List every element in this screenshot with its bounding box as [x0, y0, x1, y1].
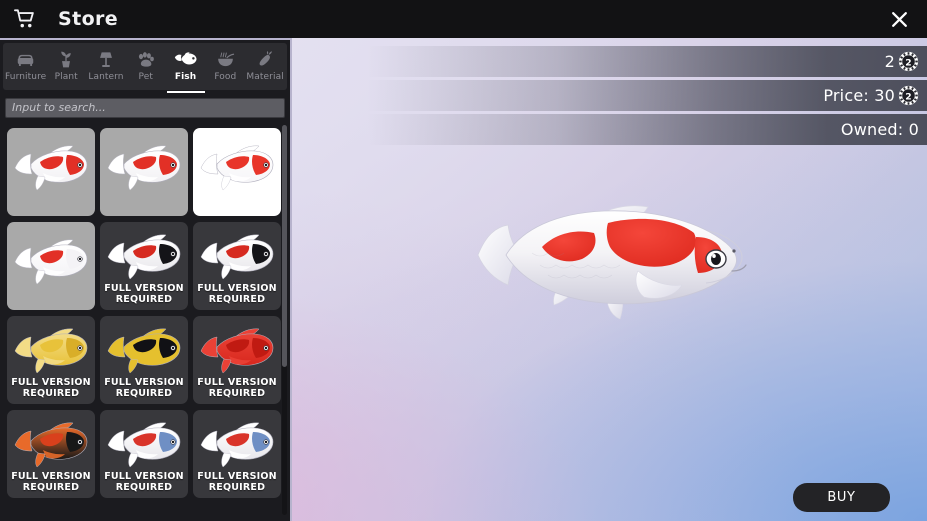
page-title: Store: [58, 8, 119, 30]
svg-text:2: 2: [905, 57, 911, 68]
tab-lantern[interactable]: Lantern: [86, 47, 126, 90]
full-version-required-label: FULL VERSION REQUIRED: [193, 377, 281, 399]
full-version-required-label: FULL VERSION REQUIRED: [100, 377, 188, 399]
grid-scrollbar-thumb[interactable]: [282, 124, 287, 367]
grid-item-koi-red-white-2[interactable]: [100, 127, 188, 216]
info-bars: 2 2 Price: 30 2 Owned: 0: [367, 46, 927, 148]
balance-bar: 2 2: [367, 46, 927, 77]
grid-scrollbar[interactable]: [282, 124, 287, 515]
tab-label: Furniture: [5, 72, 47, 82]
lock-label-line2: REQUIRED: [22, 481, 80, 493]
balance-value: 2: [884, 52, 895, 71]
item-thumbnail: [107, 145, 181, 190]
tab-pet[interactable]: Pet: [126, 47, 166, 90]
grid-item-koi-showa-1[interactable]: FULL VERSION REQUIRED: [100, 221, 188, 310]
bowl-icon: [216, 49, 235, 69]
price-bar: Price: 30 2: [367, 80, 927, 111]
lock-label-line1: FULL VERSION: [11, 470, 91, 482]
plant-icon: [58, 49, 74, 69]
tab-label: Plant: [54, 72, 78, 82]
lock-label-line1: FULL VERSION: [197, 282, 277, 294]
owned-label: Owned: 0: [840, 120, 919, 139]
lock-label-line2: REQUIRED: [115, 293, 173, 305]
grid-item-koi-blue-asagi-2[interactable]: FULL VERSION REQUIRED: [193, 409, 281, 498]
fish-icon: [174, 49, 197, 69]
store-panel: Furniture Plant Lantern Pet Fish Food Ma…: [0, 38, 292, 521]
item-thumbnail: [200, 145, 274, 190]
tab-fish[interactable]: Fish: [166, 47, 206, 93]
grid-item-koi-red-benigoi[interactable]: FULL VERSION REQUIRED: [193, 315, 281, 404]
buy-button-label: BUY: [827, 490, 856, 505]
shopping-cart-icon: [14, 9, 34, 28]
lock-label-line2: REQUIRED: [208, 387, 266, 399]
grid-item-koi-showa-2[interactable]: FULL VERSION REQUIRED: [193, 221, 281, 310]
lock-label-line1: FULL VERSION: [197, 376, 277, 388]
svg-text:2: 2: [905, 91, 911, 102]
tab-label: Material: [246, 72, 284, 82]
tab-label: Pet: [138, 72, 153, 82]
grid-item-koi-orange-black[interactable]: FULL VERSION REQUIRED: [7, 409, 95, 498]
item-preview: [470, 185, 770, 325]
lock-label-line1: FULL VERSION: [104, 470, 184, 482]
coin-icon: 2: [898, 51, 919, 72]
category-tabs: Furniture Plant Lantern Pet Fish Food Ma…: [3, 43, 287, 93]
store-window: 2 2 Price: 30 2 Owned: 0 BUY Store Furni…: [0, 0, 927, 521]
item-grid: FULL VERSION REQUIRED FULL VERSION REQUIRE…: [0, 123, 290, 518]
tab-material[interactable]: Material: [245, 47, 285, 90]
lock-label-line2: REQUIRED: [115, 387, 173, 399]
search-input[interactable]: [5, 97, 285, 118]
grid-item-koi-blue-asagi-1[interactable]: FULL VERSION REQUIRED: [100, 409, 188, 498]
buy-button[interactable]: BUY: [793, 483, 890, 512]
tab-label: Lantern: [88, 72, 124, 82]
tab-food[interactable]: Food: [205, 47, 245, 90]
tab-underline: [166, 91, 205, 93]
full-version-required-label: FULL VERSION REQUIRED: [193, 283, 281, 305]
tab-label: Food: [214, 72, 237, 82]
full-version-required-label: FULL VERSION REQUIRED: [7, 471, 95, 493]
search-bar: [0, 90, 290, 123]
full-version-required-label: FULL VERSION REQUIRED: [100, 283, 188, 305]
sofa-icon: [16, 49, 35, 69]
lock-label-line2: REQUIRED: [22, 387, 80, 399]
item-grid-container: FULL VERSION REQUIRED FULL VERSION REQUIRE…: [0, 123, 290, 518]
item-thumbnail: [14, 239, 88, 284]
paw-icon: [136, 49, 155, 69]
title-bar: Store: [0, 0, 927, 38]
lock-label-line1: FULL VERSION: [104, 282, 184, 294]
full-version-required-label: FULL VERSION REQUIRED: [100, 471, 188, 493]
lock-label-line2: REQUIRED: [208, 293, 266, 305]
lock-label-line1: FULL VERSION: [197, 470, 277, 482]
price-label: Price: 30: [823, 86, 895, 105]
lock-label-line1: FULL VERSION: [11, 376, 91, 388]
grid-item-koi-yamabuki-gold[interactable]: FULL VERSION REQUIRED: [7, 315, 95, 404]
lamp-icon: [98, 49, 114, 69]
tab-plant[interactable]: Plant: [46, 47, 86, 90]
full-version-required-label: FULL VERSION REQUIRED: [193, 471, 281, 493]
grid-item-koi-yellow-black[interactable]: FULL VERSION REQUIRED: [100, 315, 188, 404]
lock-label-line2: REQUIRED: [115, 481, 173, 493]
close-button[interactable]: [871, 0, 927, 38]
owned-bar: Owned: 0: [367, 114, 927, 145]
grid-item-koi-red-white-1[interactable]: [7, 127, 95, 216]
close-icon: [891, 11, 907, 27]
coin-icon: 2: [898, 85, 919, 106]
full-version-required-label: FULL VERSION REQUIRED: [7, 377, 95, 399]
lock-label-line2: REQUIRED: [208, 481, 266, 493]
tab-label: Fish: [174, 72, 197, 82]
item-thumbnail: [14, 145, 88, 190]
carrot-icon: [257, 49, 274, 69]
grid-item-koi-red-white-3[interactable]: [193, 127, 281, 216]
tab-furniture[interactable]: Furniture: [5, 47, 46, 90]
grid-item-koi-white-platinum[interactable]: [7, 221, 95, 310]
lock-label-line1: FULL VERSION: [104, 376, 184, 388]
